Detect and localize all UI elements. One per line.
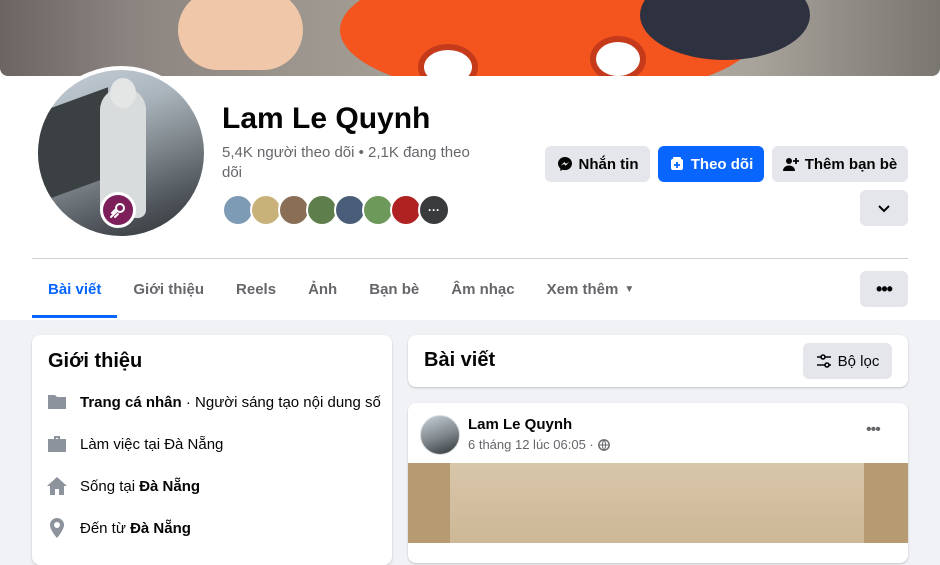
cover-hand	[178, 0, 303, 70]
post-meta: 6 tháng 12 lúc 06:05 ·	[468, 437, 610, 452]
lives-city[interactable]: Đà Nẵng	[139, 478, 200, 495]
filter-icon	[816, 354, 831, 368]
profile-header: Lam Le Quynh 5,4K người theo dõi • 2,1K …	[0, 0, 940, 320]
lives-prefix: Sống tại	[80, 477, 140, 495]
post-image[interactable]	[408, 463, 908, 543]
location-pin-icon	[50, 518, 64, 538]
cover-photo[interactable]	[0, 0, 940, 76]
posts-header-card: Bài viết Bộ lọc	[408, 335, 908, 387]
post-author-name[interactable]: Lam Le Quynh	[468, 416, 572, 433]
tab-about[interactable]: Giới thiệu	[117, 260, 220, 318]
add-friend-label: Thêm bạn bè	[804, 155, 898, 173]
header-divider	[32, 258, 908, 259]
work-text: Làm việc tại Đà Nẵng	[80, 435, 224, 453]
intro-work-row: Làm việc tại Đà Nẵng	[46, 433, 223, 455]
tab-label: Reels	[236, 280, 277, 298]
tab-friends[interactable]: Bạn bè	[353, 260, 435, 318]
caret-down-icon: ▼	[624, 283, 635, 295]
tab-label: Giới thiệu	[133, 280, 205, 298]
more-actions-button[interactable]	[860, 190, 908, 226]
post-options-icon[interactable]: •••	[866, 421, 881, 439]
cover-toy-eye	[590, 36, 646, 76]
tab-label: Ảnh	[308, 280, 338, 298]
tab-label: Xem thêm	[546, 280, 619, 298]
tab-posts[interactable]: Bài viết	[32, 260, 118, 318]
intro-from-row: Đến từ Đà Nẵng	[46, 517, 191, 539]
follow-button[interactable]: Theo dõi	[658, 146, 764, 182]
tab-music[interactable]: Âm nhạc	[435, 260, 530, 318]
creator-badge-icon[interactable]	[100, 192, 136, 228]
page-type: Trang cá nhân	[80, 393, 182, 411]
add-friend-icon	[782, 158, 799, 171]
intro-title: Giới thiệu	[48, 350, 143, 372]
post-author-avatar[interactable]	[420, 415, 460, 455]
follow-label: Theo dõi	[690, 155, 754, 173]
messenger-icon	[557, 157, 572, 171]
follower-stats[interactable]: 5,4K người theo dõi • 2,1K đang theo dõi	[222, 143, 492, 183]
home-icon	[47, 477, 67, 495]
intro-lives-row: Sống tại Đà Nẵng	[46, 475, 200, 497]
more-friends-icon[interactable]: ···	[418, 194, 450, 226]
add-friend-button[interactable]: Thêm bạn bè	[772, 146, 908, 182]
tab-photos[interactable]: Ảnh	[292, 260, 353, 318]
filter-label: Bộ lọc	[837, 352, 880, 370]
avatar-statue-head	[110, 78, 136, 108]
filter-button[interactable]: Bộ lọc	[803, 343, 892, 379]
briefcase-icon	[48, 436, 66, 452]
post-time[interactable]: 6 tháng 12 lúc 06:05 ·	[468, 437, 594, 452]
tab-label: Bạn bè	[369, 280, 420, 298]
from-prefix: Đến từ	[80, 519, 131, 537]
tab-label: Âm nhạc	[451, 280, 515, 298]
avatar-bg	[38, 87, 108, 203]
page-category: · Người sáng tạo nội dung số	[181, 393, 381, 411]
profile-name: Lam Le Quynh	[222, 102, 431, 135]
chevron-down-icon	[878, 205, 890, 213]
post-image-content	[450, 463, 864, 543]
profile-tabs: Bài viết Giới thiệu Reels Ảnh Bạn bè Âm …	[32, 260, 650, 318]
follow-icon	[670, 157, 683, 170]
intro-page-row: Trang cá nhân · Người sáng tạo nội dung …	[46, 391, 381, 413]
page-flag-icon	[48, 395, 66, 409]
mutual-friends-row: ···	[222, 194, 450, 226]
posts-title: Bài viết	[424, 349, 496, 371]
profile-avatar[interactable]	[34, 66, 208, 240]
tab-label: Bài viết	[48, 280, 102, 298]
more-dots-icon: •••	[876, 278, 893, 299]
post-card: Lam Le Quynh 6 tháng 12 lúc 06:05 · •••	[408, 403, 908, 563]
tab-reels[interactable]: Reels	[220, 260, 292, 318]
tabs-more-button[interactable]: •••	[860, 271, 908, 307]
tab-see-more[interactable]: Xem thêm ▼	[531, 260, 651, 318]
from-city[interactable]: Đà Nẵng	[130, 520, 191, 537]
intro-card: Giới thiệu Trang cá nhân · Người sáng tạ…	[32, 335, 392, 565]
message-label: Nhắn tin	[578, 155, 639, 173]
message-button[interactable]: Nhắn tin	[545, 146, 650, 182]
globe-icon	[597, 438, 610, 451]
